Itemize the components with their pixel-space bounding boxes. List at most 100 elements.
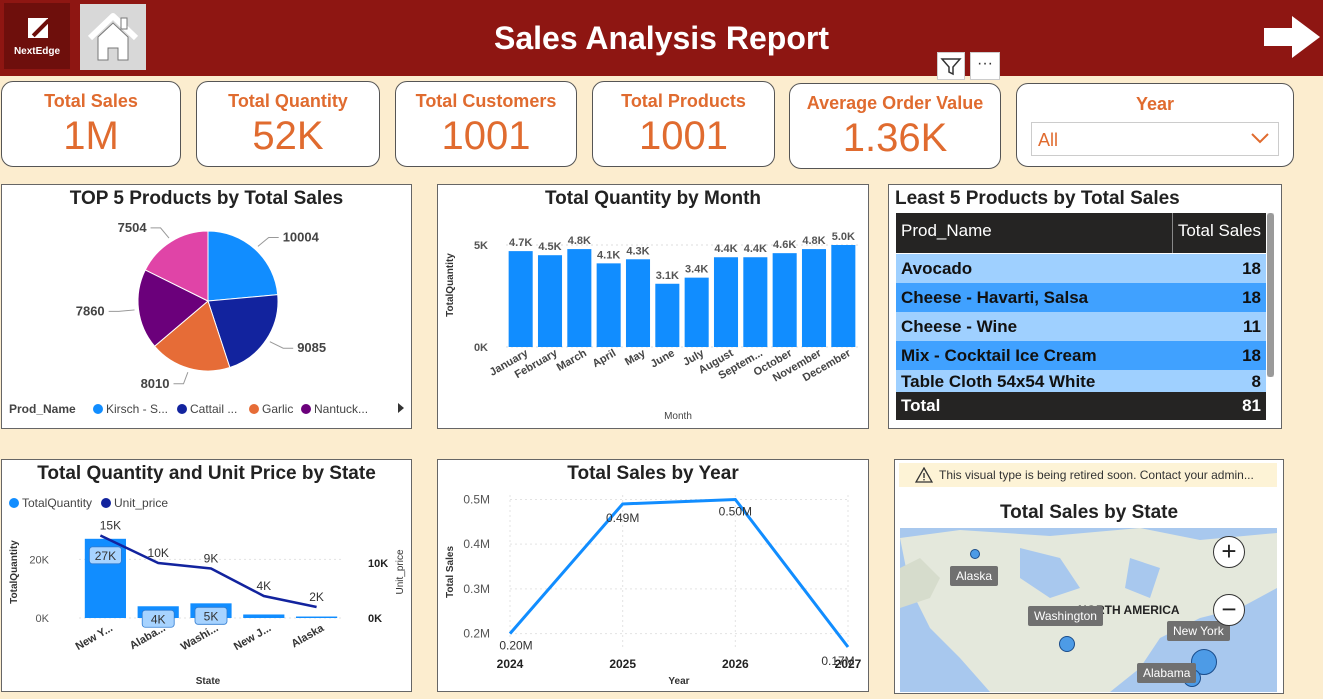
table-row[interactable]: Cheese - Havarti, Salsa 18 (896, 283, 1266, 312)
x-tick-label: June (649, 347, 677, 370)
y-axis-title: TotalQuantity (445, 253, 456, 317)
pie-leader-line (150, 227, 170, 239)
bar (684, 277, 709, 347)
more-options-button[interactable]: ··· (970, 52, 1000, 80)
x-axis-title: Month (664, 411, 692, 422)
month-bar-chart[interactable]: 0K5K 4.7KJanuary4.5KFebruary4.8KMarch4.1K… (438, 185, 868, 428)
kpi-total-products: Total Products 1001 (592, 81, 775, 167)
bar-data-label: 4.4K (714, 243, 737, 255)
line-data-label: 0.49M (606, 511, 639, 525)
cell-total-sales: 18 (1242, 346, 1261, 365)
y-tick-label: 0K (474, 342, 488, 354)
bar-data-label: 4.8K (802, 235, 825, 247)
line-data-label: 2K (309, 590, 324, 604)
zoom-out-button[interactable]: − (1213, 594, 1245, 626)
pie-data-label: 10004 (283, 229, 320, 244)
year-slicer: Year All (1016, 83, 1294, 167)
cell-total-sales: 8 (1251, 372, 1261, 391)
total-label: Total (901, 396, 941, 415)
pie-leader-line (173, 372, 189, 385)
table-row[interactable]: Table Cloth 54x54 White 8 (896, 370, 1266, 392)
y-tick-label: 0.5M (463, 492, 490, 506)
bar-data-label: 4.8K (568, 235, 591, 247)
top5-products-panel: TOP 5 Products by Total Sales 10004 9085 8… (1, 184, 412, 429)
bar-data-label: 5K (204, 609, 219, 623)
bar (625, 259, 651, 347)
y-axis-title: Total Sales (445, 546, 456, 598)
kpi-total-customers: Total Customers 1001 (395, 81, 577, 167)
bar-data-label: 4.7K (509, 237, 532, 249)
year-dropdown[interactable]: All (1031, 122, 1279, 156)
cell-total-sales: 18 (1242, 288, 1261, 307)
bar-data-label: 3.1K (656, 270, 679, 282)
retirement-warning: This visual type is being retired soon. … (899, 463, 1277, 487)
bar (596, 263, 621, 347)
bar (508, 251, 533, 347)
legend-label: Nantuck... (314, 402, 368, 416)
column-header-total-sales[interactable]: Total Sales (1178, 221, 1261, 241)
legend-label: Cattail ... (190, 402, 237, 416)
legend-marker (177, 404, 187, 414)
bar-data-label: 4.4K (744, 243, 767, 255)
zoom-in-button[interactable]: + (1213, 536, 1245, 568)
table-row[interactable]: Avocado 18 (896, 254, 1266, 283)
legend-label: Unit_price (114, 496, 168, 510)
bar (772, 253, 797, 347)
x-tick-label: 2025 (609, 657, 636, 671)
pie-data-label: 8010 (141, 376, 170, 391)
x-tick-label: April (590, 347, 618, 370)
x-tick-label: 2026 (722, 657, 749, 671)
kpi-label: Average Order Value (806, 93, 984, 113)
next-page-arrow-icon[interactable] (1262, 14, 1322, 60)
kpi-label: Total Customers (415, 91, 557, 111)
table-row[interactable]: Cheese - Wine 11 (896, 312, 1266, 341)
pie-chart[interactable]: 10004 9085 8010 7860 7504 Prod_Name Kirsch - S… (2, 185, 411, 428)
bar (243, 614, 285, 618)
y-axis-title: TotalQuantity (9, 540, 20, 604)
cell-total-sales: 18 (1242, 259, 1261, 278)
pie-data-label: 7504 (118, 220, 148, 235)
legend-marker (249, 404, 259, 414)
map-bubble[interactable] (970, 549, 980, 559)
map-bubble[interactable] (1059, 636, 1075, 652)
pie-leader-line (269, 341, 294, 349)
bar (713, 257, 739, 347)
warning-text: This visual type is being retired soon. … (939, 468, 1254, 482)
x-tick-label: New Y... (74, 622, 115, 653)
legend-marker (301, 404, 311, 414)
year-slicer-label: Year (1135, 94, 1175, 114)
y-tick-label: 0.2M (463, 627, 490, 641)
bar (567, 249, 592, 347)
bar-data-label: 5.0K (832, 231, 855, 243)
legend-label: Garlic (262, 402, 293, 416)
sales-by-state-map-panel: This visual type is being retired soon. … (894, 459, 1284, 694)
quantity-by-month-panel: Total Quantity by Month 0K 5K 4.7K January 4… (437, 184, 869, 429)
line-chart[interactable]: 0.2M0.3M0.4M0.5M2024 2025 2026 20270.20M0.4… (438, 460, 868, 691)
least5-products-panel: Least 5 Products by Total Sales Prod_Nam… (888, 184, 1282, 429)
combo-chart[interactable]: TotalQuantity Unit_price 0K 20K 0K 10K 27K 15K N… (2, 460, 411, 691)
bar-data-label: 4.6K (773, 239, 796, 251)
unit-price-line (99, 534, 317, 609)
legend-label: Kirsch - S... (106, 402, 168, 416)
bar (743, 257, 768, 347)
kpi-value: 1001 (441, 114, 531, 158)
kpi-value: 1001 (639, 114, 728, 158)
bar (296, 616, 338, 618)
kpi-label: Total Products (621, 91, 746, 111)
table-row[interactable]: Mix - Cocktail Ice Cream 18 (896, 341, 1266, 370)
pie-slice (207, 230, 279, 302)
cell-total-sales: 11 (1243, 317, 1261, 336)
x-tick-label: Alaska (289, 622, 326, 651)
filter-button[interactable] (937, 52, 965, 80)
y2-tick-label: 10K (368, 558, 388, 570)
line-data-label: 0.17M (821, 654, 854, 668)
legend-next-icon (398, 403, 404, 413)
pie-data-label: 9085 (297, 340, 326, 355)
map-canvas[interactable]: NORTH AMERICA Alaska Washington New York… (900, 528, 1277, 692)
table-scrollbar[interactable] (1267, 213, 1274, 377)
kpi-value: 52K (252, 114, 324, 158)
filter-icon (940, 58, 962, 76)
line-data-label: 9K (204, 552, 219, 566)
kpi-value: 1M (63, 114, 119, 158)
column-header-prod-name[interactable]: Prod_Name (901, 221, 992, 241)
